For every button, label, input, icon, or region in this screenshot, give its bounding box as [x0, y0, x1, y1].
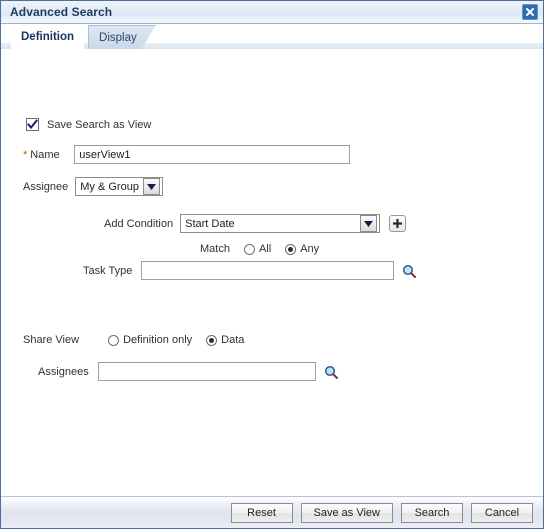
assignee-label: Assignee — [23, 180, 69, 193]
add-condition-button[interactable] — [389, 215, 407, 232]
add-condition-select-value: Start Date — [185, 217, 235, 230]
name-row: * Name — [23, 145, 351, 164]
name-required-marker: * — [23, 148, 28, 161]
share-view-label: Share View — [23, 334, 80, 346]
cancel-button[interactable]: Cancel — [471, 502, 533, 523]
dialog-footer: Reset Save as View Search Cancel — [1, 496, 543, 528]
match-row: Match All Any — [200, 243, 333, 255]
assignee-select[interactable]: My & Group — [75, 177, 164, 196]
match-option-any-label: Any — [300, 243, 320, 255]
tab-definition[interactable]: Definition — [11, 25, 85, 49]
close-button[interactable] — [522, 4, 538, 20]
chevron-down-icon — [360, 215, 378, 232]
task-type-row: Task Type — [83, 261, 417, 280]
match-label: Match — [200, 243, 230, 255]
name-input[interactable] — [74, 145, 351, 164]
dialog-titlebar: Advanced Search — [1, 1, 543, 24]
dialog-title: Advanced Search — [10, 5, 113, 19]
save-search-as-view-label: Save Search as View — [47, 118, 152, 131]
task-type-label: Task Type — [83, 264, 133, 277]
save-as-view-button[interactable]: Save as View — [300, 502, 393, 523]
tab-strip: Definition Display — [1, 24, 543, 49]
add-condition-label: Add Condition — [104, 217, 174, 230]
radio-definition-only-indicator — [108, 334, 120, 346]
assignees-input[interactable] — [97, 362, 316, 381]
match-option-all-label: All — [258, 243, 272, 255]
name-label: Name — [30, 148, 60, 161]
reset-button[interactable]: Reset — [230, 502, 293, 523]
assignees-row: Assignees — [38, 362, 338, 381]
share-view-option-data-label: Data — [221, 334, 245, 346]
plus-icon — [393, 219, 403, 228]
assignees-label: Assignees — [38, 365, 89, 378]
tab-display[interactable]: Display — [88, 25, 156, 49]
radio-any-indicator — [285, 243, 297, 255]
assignee-row: Assignee My & Group — [23, 177, 164, 196]
dialog-content: Save Search as View * Name Assignee My &… — [1, 49, 543, 496]
task-type-input[interactable] — [141, 261, 395, 280]
radio-all-indicator — [243, 243, 255, 255]
advanced-search-dialog: Advanced Search Definition Display Save … — [0, 0, 544, 529]
tab-definition-label: Definition — [21, 31, 75, 43]
radio-data-indicator — [206, 334, 218, 346]
share-view-option-data[interactable]: Data — [206, 334, 254, 346]
save-search-as-view-checkbox[interactable] — [26, 118, 39, 131]
share-view-option-definition-only[interactable]: Definition only — [108, 334, 202, 346]
task-type-search-icon[interactable] — [402, 264, 417, 278]
assignees-search-icon[interactable] — [324, 365, 338, 379]
add-condition-select[interactable]: Start Date — [180, 214, 381, 233]
tab-display-label: Display — [99, 31, 137, 44]
add-condition-row: Add Condition Start Date — [104, 214, 407, 233]
close-icon — [526, 8, 534, 16]
save-search-as-view-row: Save Search as View — [26, 118, 151, 131]
share-view-option-definition-only-label: Definition only — [123, 334, 193, 346]
search-button[interactable]: Search — [401, 502, 463, 523]
checkmark-icon — [27, 119, 38, 130]
assignee-select-value: My & Group — [80, 180, 139, 193]
chevron-down-icon — [143, 178, 161, 195]
share-view-row: Share View Definition only Data — [23, 334, 258, 346]
match-option-all[interactable]: All — [243, 243, 281, 255]
match-option-any[interactable]: Any — [285, 243, 329, 255]
